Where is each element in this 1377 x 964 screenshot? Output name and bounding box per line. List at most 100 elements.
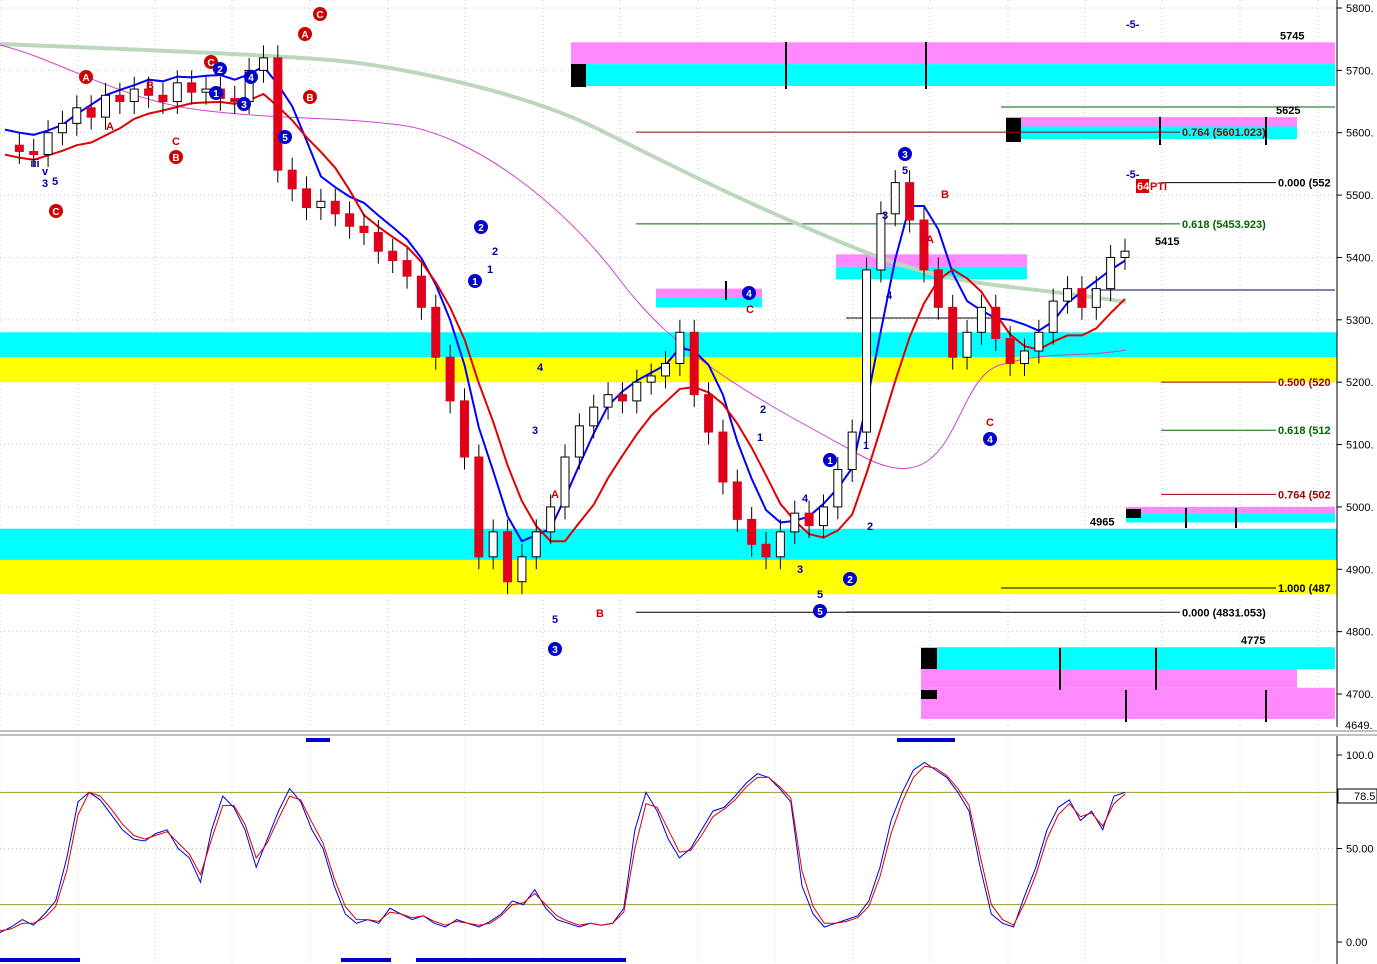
candle-body — [258, 57, 268, 71]
candle-body — [833, 468, 843, 508]
wave-circle-label: 2 — [847, 575, 853, 586]
wave-circle-label: 1 — [827, 456, 833, 467]
fib-level-label: 0.000 (552 — [1278, 178, 1331, 190]
wave-text-label: iii — [30, 158, 39, 170]
candle-body — [574, 425, 584, 458]
wave-text-label: 2 — [867, 521, 873, 533]
zone-cyan — [921, 647, 1335, 670]
wave-circle-label: 4 — [746, 289, 752, 300]
wave-text-label: 4 — [886, 290, 893, 302]
price-target-label: 5625 — [1276, 105, 1300, 117]
candle-body — [388, 250, 398, 262]
wave-text-label: A — [551, 489, 559, 501]
wave-text-label: A — [106, 121, 114, 133]
zone-marker-block — [921, 690, 937, 699]
wave-circle-label: 5 — [817, 607, 823, 618]
candle-body — [1034, 331, 1044, 352]
elliott-wave-chart[interactable]: 0.764 (5601.023) 0.000 (552 0.618 (5453.92… — [0, 0, 1377, 964]
candle-body — [302, 188, 312, 209]
candle-body — [747, 518, 757, 545]
price-axis-tick-label: 5700. — [1346, 65, 1374, 77]
stochastic-signal-bar — [0, 958, 80, 962]
wave-text-label: 5 — [52, 176, 58, 188]
candle-body — [976, 306, 986, 333]
candle-body — [373, 232, 383, 252]
candle-body — [876, 213, 886, 271]
wave-text-label: A — [926, 234, 934, 246]
stochastic-signal-bar — [341, 958, 391, 962]
wave-text-label: 2 — [492, 246, 498, 258]
candle-body — [402, 260, 412, 277]
price-axis-tick-label: 5500. — [1346, 190, 1374, 202]
candle-body — [560, 456, 570, 508]
zone-pink — [1126, 506, 1335, 514]
wave-circle-label: 3 — [552, 645, 558, 656]
wave-circle-label: 5 — [282, 133, 288, 144]
wave-circle-label: B — [306, 93, 313, 104]
candle-body — [416, 275, 426, 308]
candle-body — [862, 269, 872, 433]
wave-text-label: 5 — [817, 589, 823, 601]
zone-cyan — [1126, 513, 1335, 523]
candle-body — [316, 200, 326, 209]
candle-body — [1019, 350, 1029, 364]
candle-body — [1048, 300, 1058, 333]
candle-body — [1063, 288, 1073, 302]
wave-circle-label: 2 — [217, 65, 223, 76]
candle-body — [962, 331, 972, 358]
candle-body — [718, 431, 728, 483]
candle-body — [948, 306, 958, 358]
candle-body — [445, 356, 455, 402]
fib-level-label: 0.618 (512 — [1278, 425, 1331, 437]
wave-circle-label: A — [82, 73, 89, 84]
candle-body — [474, 456, 484, 558]
wave-text-label: B — [596, 608, 604, 620]
zone-cyan — [571, 64, 1335, 86]
candle-body — [287, 169, 297, 190]
candle-body — [603, 394, 613, 408]
candle-body — [129, 88, 139, 103]
wave-text-label: C — [172, 136, 180, 148]
fib-level-label: 0.000 (4831.053) — [1182, 607, 1266, 619]
zone-marker-block — [1006, 118, 1021, 142]
fib-level-label: 0.764 (5601.023) — [1182, 127, 1266, 139]
candle-body — [847, 431, 857, 470]
candle-body — [201, 88, 211, 93]
candle-body — [905, 182, 915, 221]
wave-text-label: 4 — [802, 493, 809, 505]
wave-circle-label: 4 — [987, 435, 993, 446]
zone-pink — [571, 42, 1335, 65]
candle-body — [431, 306, 441, 358]
price-axis-tick-label: 5600. — [1346, 128, 1374, 140]
wave-text-label: 2 — [760, 404, 766, 416]
wave-circle-label: 1 — [472, 277, 478, 288]
wave-text-label: 5 — [902, 165, 908, 177]
candle-body — [459, 400, 469, 458]
price-axis-tick-label: 5100. — [1346, 440, 1374, 452]
wave-text-label: B — [941, 189, 949, 201]
wave-text-label: 1 — [487, 264, 493, 276]
candle-body — [1091, 288, 1101, 308]
candle-body — [273, 57, 283, 171]
candle-body — [488, 531, 498, 558]
candle-body — [359, 225, 369, 234]
stochastic-signal-bar — [897, 738, 955, 742]
candle-body — [1005, 338, 1015, 364]
stochastic-signal-bar — [416, 958, 626, 962]
wave-circle-label: 4 — [248, 73, 254, 84]
zone-yellow — [0, 559, 1337, 595]
candle-body — [115, 94, 125, 103]
price-axis-tick-label: 5000. — [1346, 502, 1374, 514]
candle-body — [503, 531, 513, 583]
wave-circle-label: A — [301, 30, 308, 41]
wave-circle-label: 2 — [478, 223, 484, 234]
wave-text-label: 1 — [757, 432, 763, 444]
candle-body — [29, 150, 39, 156]
candle-body — [1077, 288, 1087, 308]
price-axis-tick-label: 5800. — [1346, 3, 1374, 15]
wave-annotation: -5- — [1126, 19, 1140, 31]
wave-circle-label: 3 — [902, 150, 908, 161]
zone-pink — [921, 687, 1335, 719]
zone-cyan — [0, 528, 1337, 560]
zone-marker-block — [921, 648, 937, 669]
